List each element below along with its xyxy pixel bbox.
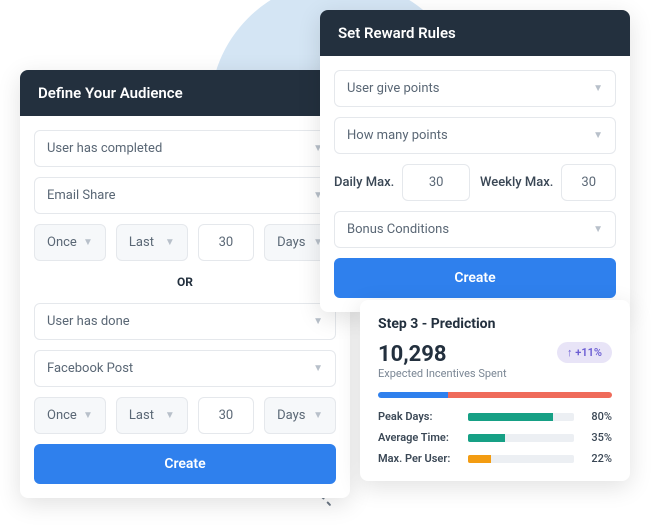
chevron-down-icon: ▼ [313, 316, 323, 327]
action-select-1[interactable]: Email Share ▼ [34, 177, 336, 214]
metric-row: Average Time: 35% [378, 431, 612, 444]
chevron-down-icon: ▼ [593, 130, 603, 141]
period-select-2[interactable]: Last ▼ [116, 397, 188, 434]
frequency-select-1[interactable]: Once ▼ [34, 224, 106, 261]
condition-select-2[interactable]: User has done ▼ [34, 303, 336, 340]
chevron-down-icon: ▼ [83, 237, 93, 248]
prediction-subtitle: Expected Incentives Spent [378, 367, 507, 380]
action-label: Facebook Post [47, 361, 133, 376]
unit-select-2[interactable]: Days ▼ [264, 397, 336, 434]
unit-label: Days [277, 408, 305, 423]
metric-value: 80% [582, 410, 612, 423]
prediction-title: Step 3 - Prediction [378, 316, 612, 332]
bonus-conditions-select[interactable]: Bonus Conditions ▼ [334, 211, 616, 248]
rewards-header: Set Reward Rules [320, 10, 630, 56]
action-select-2[interactable]: Facebook Post ▼ [34, 350, 336, 387]
bonus-label: Bonus Conditions [347, 222, 449, 237]
prediction-value: 10,298 [378, 342, 507, 367]
metric-label: Average Time: [378, 431, 460, 444]
metric-bar [468, 434, 574, 442]
count-input-2[interactable]: 30 [198, 397, 254, 434]
reward-rules-card: Set Reward Rules User give points ▼ How … [320, 10, 630, 312]
give-points-label: User give points [347, 81, 439, 96]
daily-max-input[interactable]: 30 [402, 164, 470, 201]
define-audience-card: Define Your Audience User has completed … [20, 70, 350, 498]
or-separator: OR [34, 275, 336, 289]
condition-label: User has completed [47, 141, 162, 156]
metric-bar [468, 455, 574, 463]
count-input-1[interactable]: 30 [198, 224, 254, 261]
metric-row: Peak Days: 80% [378, 410, 612, 423]
chevron-down-icon: ▼ [593, 224, 603, 235]
how-many-label: How many points [347, 128, 448, 143]
condition-select-1[interactable]: User has completed ▼ [34, 130, 336, 167]
frequency-label: Once [47, 235, 77, 250]
metric-label: Max. Per User: [378, 452, 460, 465]
metric-value: 35% [582, 431, 612, 444]
frequency-select-2[interactable]: Once ▼ [34, 397, 106, 434]
chevron-down-icon: ▼ [165, 237, 175, 248]
prediction-change-badge: ↑ +11% [557, 342, 612, 363]
prediction-gradient-bar [378, 392, 612, 398]
period-label: Last [129, 235, 154, 250]
metric-bar [468, 413, 574, 421]
daily-max-label: Daily Max. [334, 175, 394, 190]
audience-header: Define Your Audience [20, 70, 350, 116]
create-audience-button[interactable]: Create [34, 444, 336, 484]
create-rewards-button[interactable]: Create [334, 258, 616, 298]
period-label: Last [129, 408, 154, 423]
weekly-max-input[interactable]: 30 [561, 164, 616, 201]
condition-label: User has done [47, 314, 130, 329]
weekly-max-label: Weekly Max. [480, 175, 553, 190]
chevron-down-icon: ▼ [83, 410, 93, 421]
give-points-select[interactable]: User give points ▼ [334, 70, 616, 107]
chevron-down-icon: ▼ [165, 410, 175, 421]
chevron-down-icon: ▼ [313, 410, 323, 421]
prediction-card: Step 3 - Prediction 10,298 Expected Ince… [360, 300, 630, 481]
metric-label: Peak Days: [378, 410, 460, 423]
chevron-down-icon: ▼ [313, 363, 323, 374]
chevron-down-icon: ▼ [593, 83, 603, 94]
how-many-select[interactable]: How many points ▼ [334, 117, 616, 154]
action-label: Email Share [47, 188, 116, 203]
period-select-1[interactable]: Last ▼ [116, 224, 188, 261]
frequency-label: Once [47, 408, 77, 423]
metric-row: Max. Per User: 22% [378, 452, 612, 465]
metric-value: 22% [582, 452, 612, 465]
unit-label: Days [277, 235, 305, 250]
